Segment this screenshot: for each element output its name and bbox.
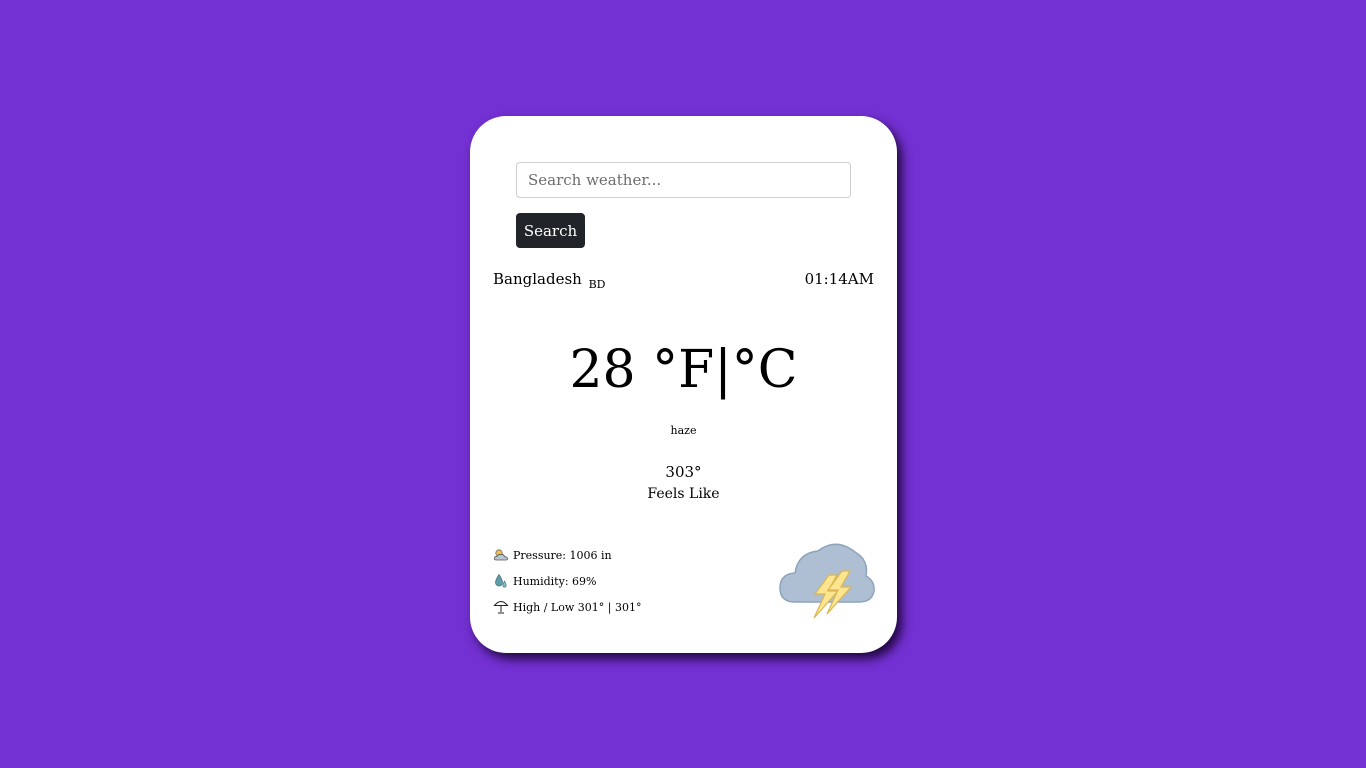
search-button[interactable]: Search: [516, 213, 585, 248]
high-low-text: High / Low 301° | 301°: [513, 600, 642, 614]
location: Bangladesh BD: [493, 270, 606, 291]
umbrella-icon: [493, 601, 509, 614]
search-input[interactable]: [516, 162, 851, 198]
weather-stats: Pressure: 1006 in Humidity: 69% High / L…: [493, 542, 641, 620]
feels-like-label: Feels Like: [647, 486, 720, 502]
humidity-stat: Humidity: 69%: [493, 568, 641, 594]
weather-condition: haze: [670, 424, 697, 437]
droplet-icon: [495, 573, 507, 588]
thunderstorm-cloud-icon: [779, 543, 875, 619]
country-code: BD: [588, 278, 606, 291]
unit-toggle[interactable]: °F|°C: [652, 340, 797, 400]
pressure-text: Pressure: 1006 in: [513, 548, 612, 562]
local-time: 01:14AM: [804, 270, 874, 288]
humidity-text: Humidity: 69%: [513, 574, 597, 588]
sun-cloud-icon: [494, 549, 508, 561]
temperature-display: 28 °F|°C: [470, 338, 897, 402]
high-low-stat: High / Low 301° | 301°: [493, 594, 641, 620]
feels-like-value: 303°: [665, 463, 702, 481]
temperature-value: 28: [569, 340, 636, 400]
city-name: Bangladesh: [493, 270, 582, 288]
pressure-stat: Pressure: 1006 in: [493, 542, 641, 568]
weather-card: Search Bangladesh BD 01:14AM 28 °F|°C ha…: [470, 116, 897, 653]
